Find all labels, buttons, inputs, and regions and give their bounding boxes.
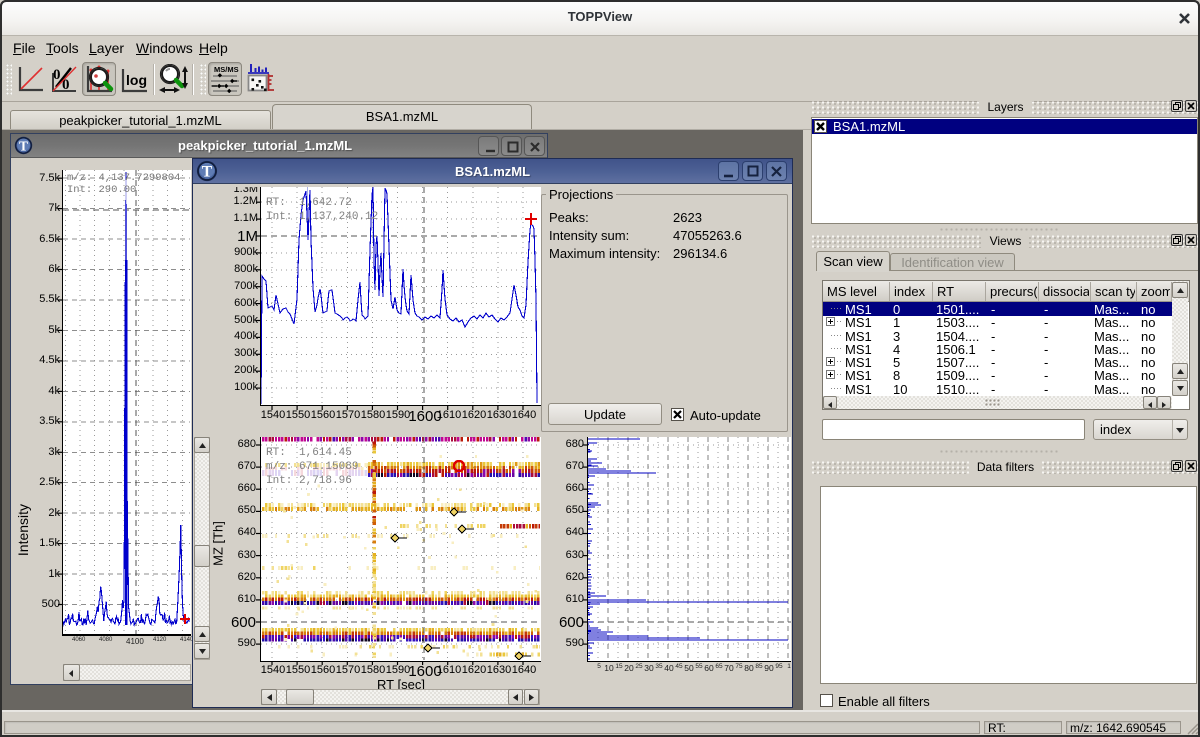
svg-text:MS/MS: MS/MS bbox=[214, 65, 239, 74]
svg-text:T: T bbox=[19, 138, 28, 153]
svg-text:log: log bbox=[126, 72, 147, 88]
svg-text:T: T bbox=[202, 164, 213, 181]
svg-text:0: 0 bbox=[53, 67, 61, 83]
